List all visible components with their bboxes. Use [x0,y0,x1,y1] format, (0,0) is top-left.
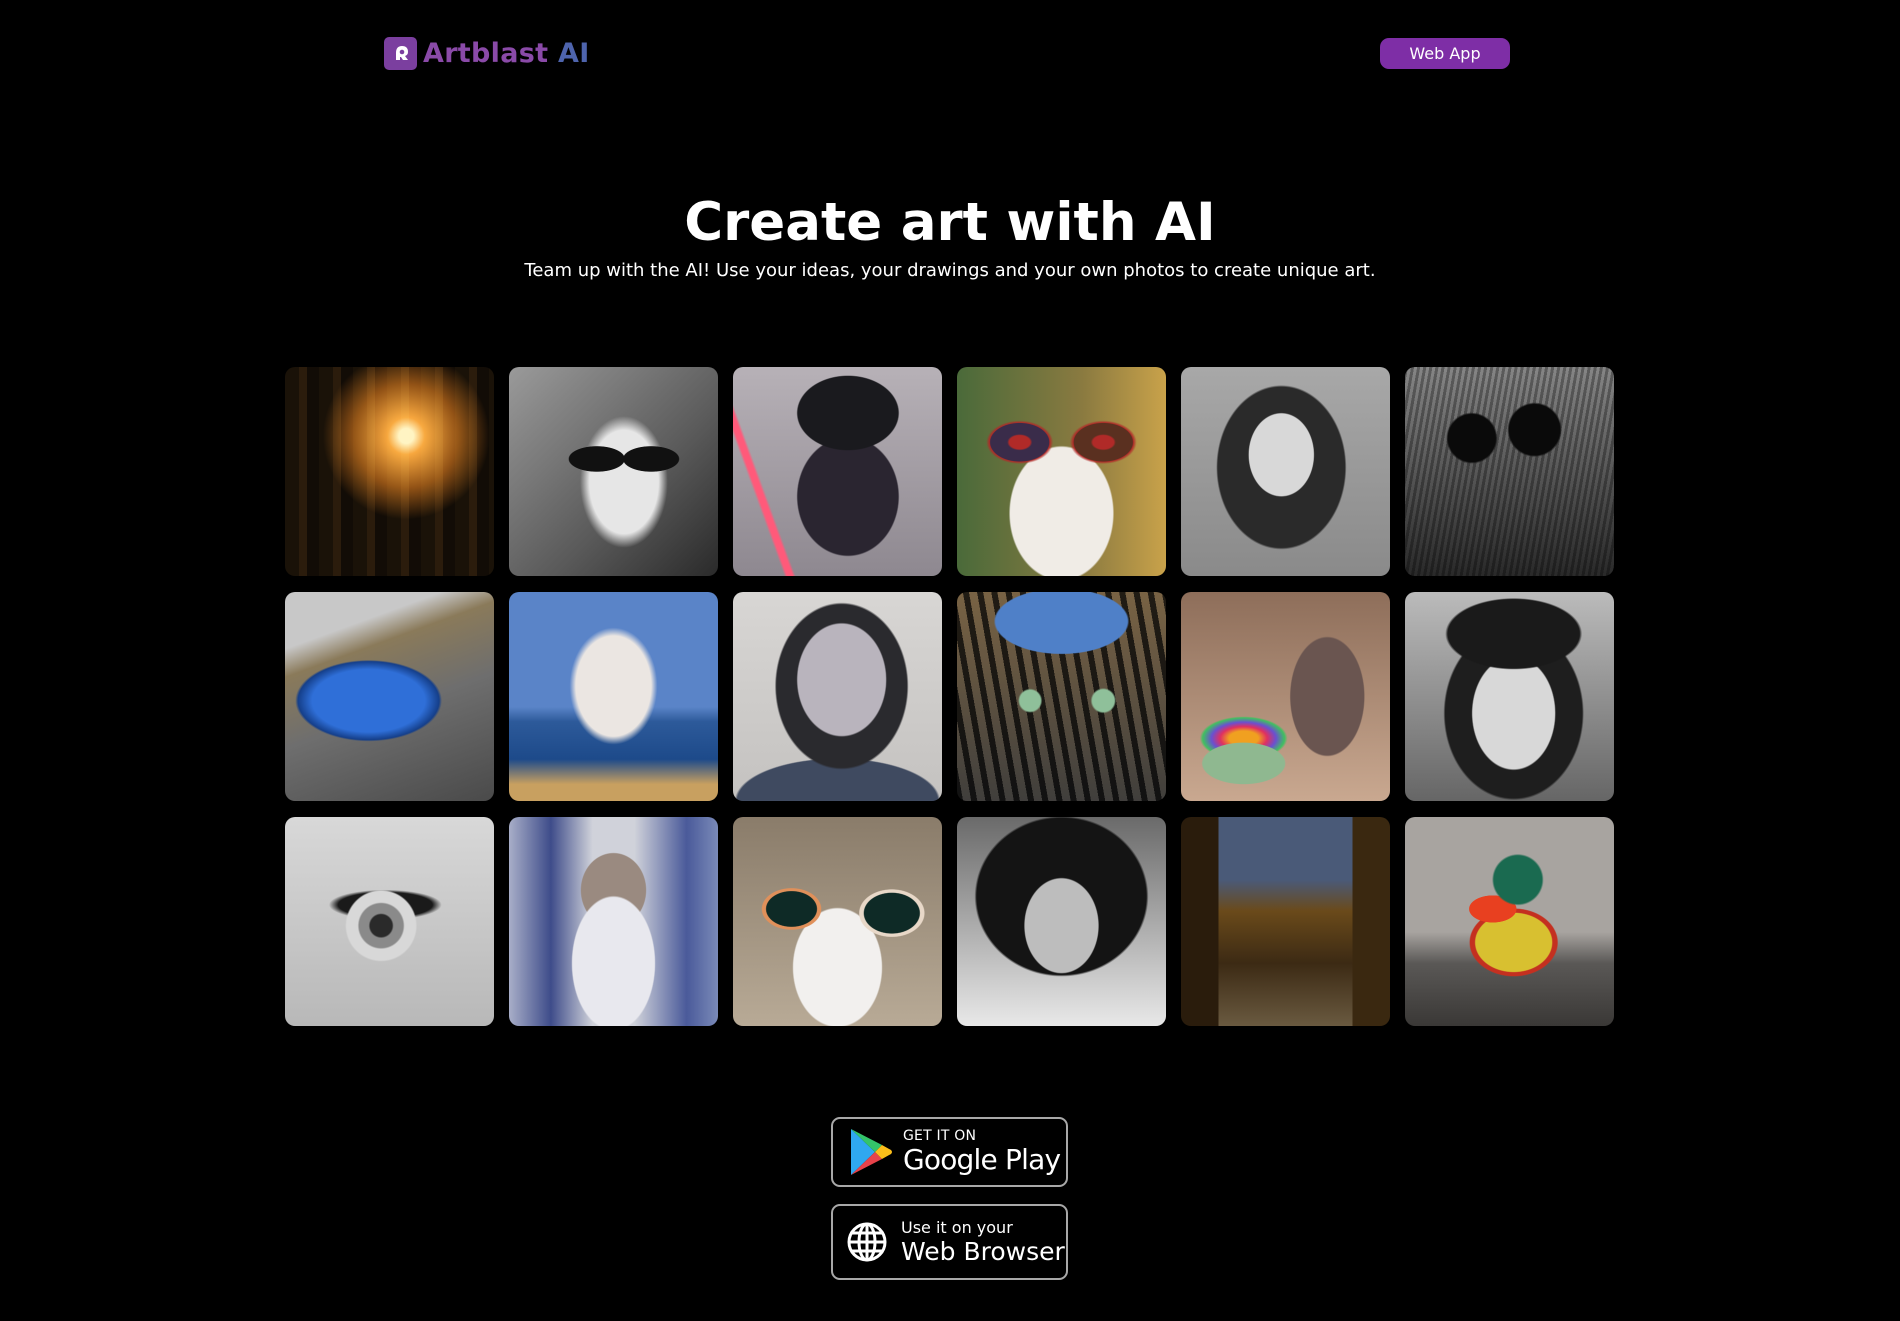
gallery-image: toy duck [1405,817,1614,1026]
image-subject: old wizard portrait [509,1018,718,1026]
google-play-labels: GET IT ON Google Play [903,1128,1061,1176]
image-subject: dog with goggles [733,1018,942,1026]
google-play-small-label: GET IT ON [903,1128,977,1144]
art-gallery: sunlit forest goat with sunglasses darth… [285,367,1614,1026]
image-subject: wooden elephant with candy bowl [1181,793,1390,801]
image-subject: cat with blue hat [957,793,1166,801]
logo[interactable]: Artblast AI [384,36,590,70]
google-play-button[interactable]: GET IT ON Google Play [831,1117,1068,1187]
gallery-image: blue sports car [285,592,494,801]
image-subject: toy duck [1405,1018,1614,1026]
gallery-image: dog with red sunglasses [957,367,1166,576]
logo-name: Artblast [423,37,549,69]
web-browser-big-label: Web Browser [901,1237,1065,1266]
gallery-image: eye close-up [285,817,494,1026]
hero-subtitle: Team up with the AI! Use your ideas, you… [524,260,1376,281]
gallery-image: cat with round sunglasses [1405,367,1614,576]
gallery-image: darth vader figurine [733,367,942,576]
gallery-image: smiling woman with afro [957,817,1166,1026]
globe-icon [847,1222,887,1262]
gallery-image: dog with goggles [733,817,942,1026]
hero-title: Create art with AI [684,192,1216,253]
logo-suffix: AI [558,37,590,69]
image-subject: blue sports car [285,793,494,801]
gallery-image: goat with sunglasses [509,367,718,576]
web-browser-labels: Use it on your Web Browser [901,1218,1065,1266]
gallery-image: sailing ship painting [509,592,718,801]
image-subject: smiling woman in hat [1405,793,1614,801]
image-subject: watercolor girl portrait [733,793,942,801]
image-subject: darth vader figurine [733,568,942,576]
gallery-image: cat with blue hat [957,592,1166,801]
logo-wordmark: Artblast AI [423,38,590,69]
image-subject: dog with red sunglasses [957,568,1166,576]
image-subject: sailing ship painting [509,793,718,801]
image-subject: sunlit forest [285,568,494,576]
gallery-image: old wizard portrait [509,817,718,1026]
image-subject: smiling woman with afro [957,1018,1166,1026]
web-browser-small-label: Use it on your [901,1218,1013,1237]
artblast-logo-icon [384,36,417,70]
image-subject: goat with sunglasses [509,568,718,576]
gallery-image: watercolor girl portrait [733,592,942,801]
image-subject: eye close-up [285,1018,494,1026]
gallery-image: wooden elephant with candy bowl [1181,592,1390,801]
google-play-icon [851,1129,892,1175]
image-subject: cat with round sunglasses [1405,568,1614,576]
gallery-image: woman portrait [1181,367,1390,576]
google-play-big-label: Google Play [903,1143,1061,1176]
web-app-button[interactable]: Web App [1380,38,1510,69]
web-browser-button[interactable]: Use it on your Web Browser [831,1204,1068,1280]
gallery-image: old town street at night [1181,817,1390,1026]
gallery-image: smiling woman in hat [1405,592,1614,801]
image-subject: woman portrait [1181,568,1390,576]
gallery-image: sunlit forest [285,367,494,576]
image-subject: old town street at night [1181,1018,1390,1026]
